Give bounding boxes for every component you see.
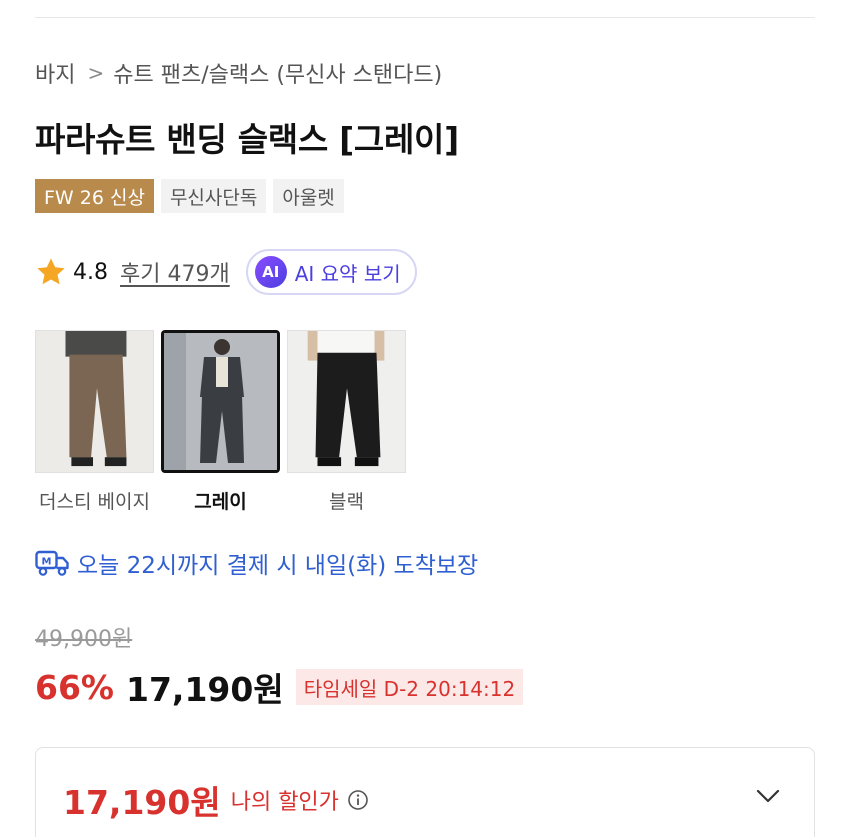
original-price: 49,900원 [35, 627, 133, 652]
color-thumbnail-selected[interactable] [161, 330, 280, 473]
color-option-gray[interactable]: 그레이 [161, 330, 280, 514]
delivery-guarantee: M 오늘 22시까지 결제 시 내일(화) 도착보장 [35, 546, 478, 580]
review-count-link[interactable]: 후기 479개 [120, 256, 230, 288]
price-row: 66% 17,190원 타임세일 D-2 20:14:12 [35, 667, 524, 709]
color-option-dusty-beige[interactable]: 더스티 베이지 [35, 330, 154, 514]
discount-rate: 66% [35, 667, 114, 707]
my-price-panel[interactable]: 17,190원 나의 할인가 [35, 747, 815, 837]
rating-row: 4.8 후기 479개 AI AI 요약 보기 [35, 249, 417, 295]
my-price-value: 17,190원 [63, 783, 221, 822]
timesale-badge: 타임세일 D-2 20:14:12 [295, 669, 524, 705]
badge-exclusive: 무신사단독 [160, 179, 267, 213]
badge-outlet: 아울렛 [273, 179, 344, 213]
product-title: 파라슈트 밴딩 슬랙스 [그레이] [35, 120, 459, 159]
breadcrumb: 바지 > 슈트 팬츠/슬랙스 (무신사 스탠다드) [35, 58, 442, 88]
color-thumbnail[interactable] [287, 330, 406, 473]
delivery-text: 오늘 22시까지 결제 시 내일(화) 도착보장 [77, 553, 479, 579]
my-price-summary: 17,190원 나의 할인가 [63, 776, 369, 824]
breadcrumb-subcategory[interactable]: 슈트 팬츠/슬랙스 (무신사 스탠다드) [113, 57, 442, 89]
delivery-truck-icon: M [35, 550, 69, 576]
breadcrumb-separator: > [87, 61, 105, 85]
color-label: 블랙 [329, 491, 364, 513]
star-icon [37, 258, 65, 285]
ai-icon: AI [254, 256, 287, 288]
rating-value: 4.8 [73, 259, 108, 285]
ai-summary-label: AI 요약 보기 [294, 261, 401, 286]
color-option-black[interactable]: 블랙 [287, 330, 406, 514]
color-label: 더스티 베이지 [39, 491, 150, 513]
breadcrumb-category[interactable]: 바지 [35, 57, 75, 89]
badge-new-season: FW 26 신상 [35, 179, 154, 213]
ai-summary-button[interactable]: AI AI 요약 보기 [245, 249, 417, 295]
color-label: 그레이 [194, 491, 247, 513]
color-thumbnail[interactable] [35, 330, 154, 473]
info-icon[interactable] [347, 789, 369, 811]
color-options: 더스티 베이지 그레이 블랙 [35, 330, 406, 514]
badge-list: FW 26 신상 무신사단독 아울렛 [35, 179, 344, 213]
chevron-down-icon[interactable] [756, 788, 780, 804]
top-divider [35, 17, 815, 18]
svg-text:M: M [42, 557, 52, 568]
sale-price: 17,190원 [126, 670, 284, 709]
my-price-label: 나의 할인가 [230, 790, 339, 815]
